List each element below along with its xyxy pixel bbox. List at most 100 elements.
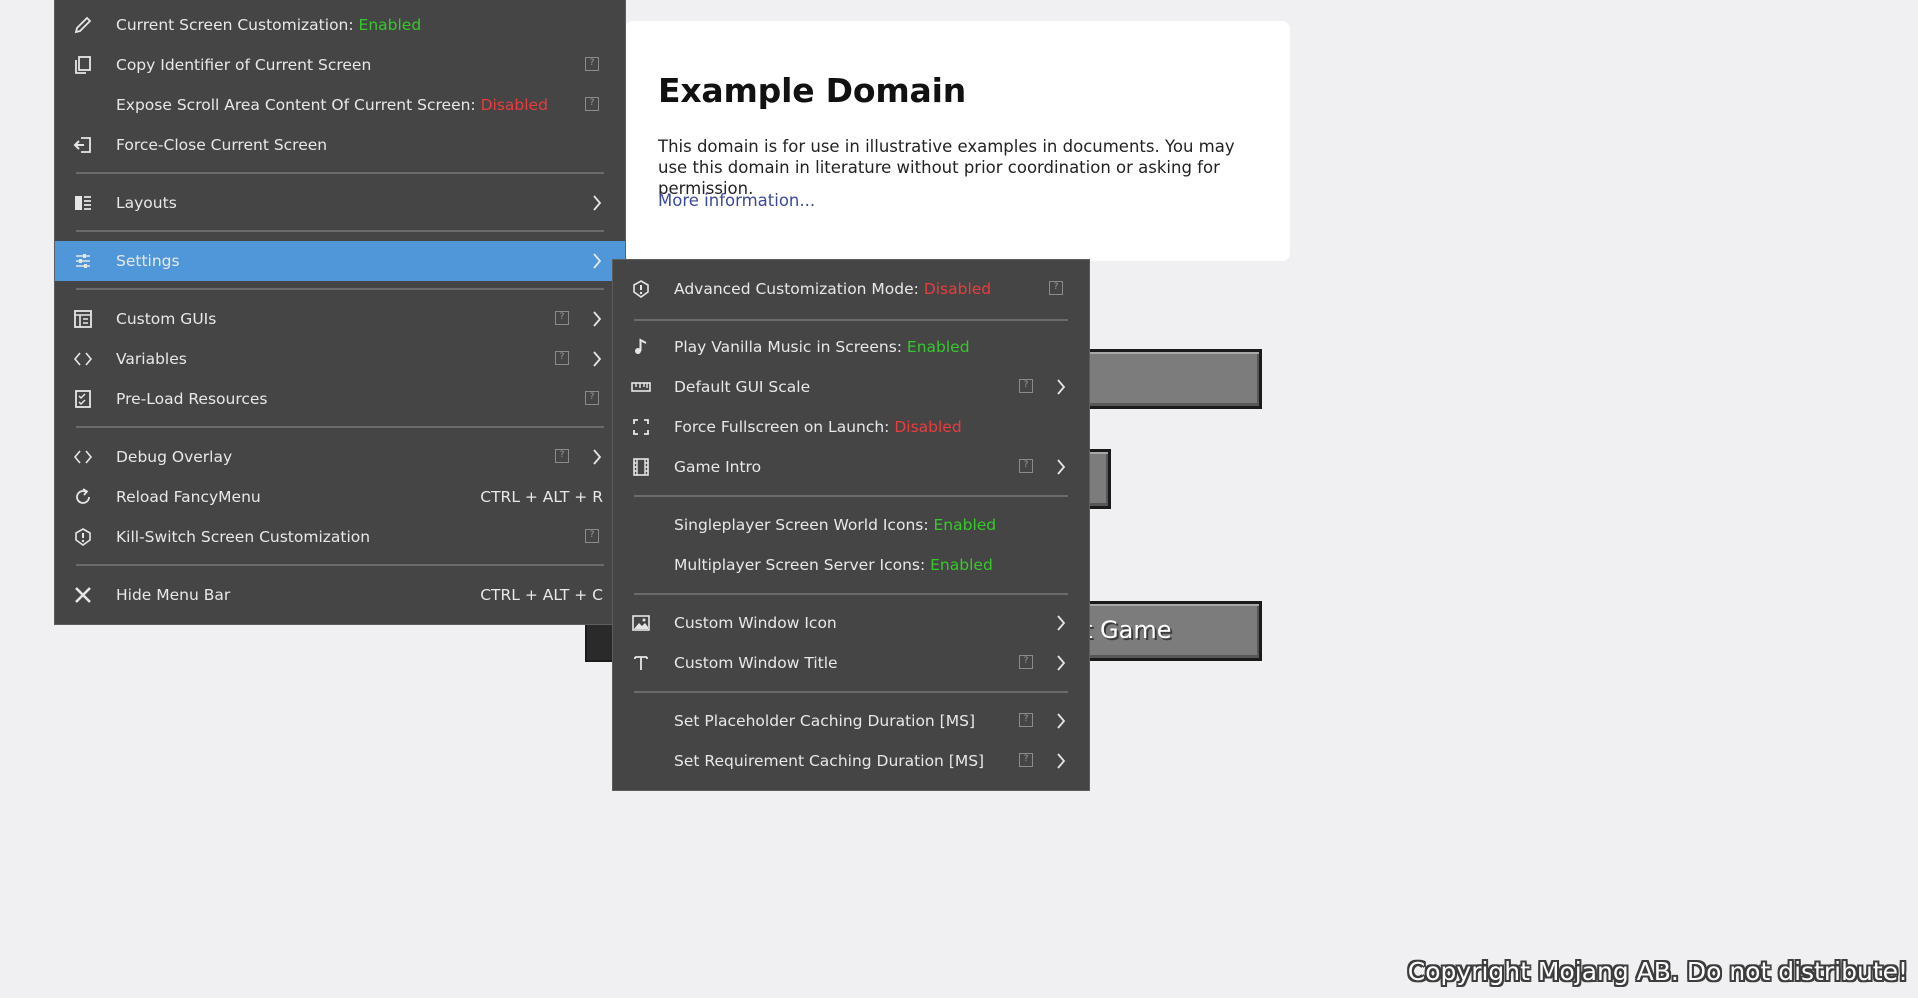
- menu-item-custom-window-title[interactable]: Custom Window Title ?: [613, 643, 1089, 683]
- item-label: Variables: [116, 350, 187, 368]
- menu-item-kill-switch[interactable]: Kill-Switch Screen Customization ?: [55, 517, 625, 557]
- menu-item-game-intro[interactable]: Game Intro ?: [613, 447, 1089, 487]
- state-value: Enabled: [930, 556, 993, 574]
- chevron-right-icon: [1056, 753, 1066, 769]
- help-icon[interactable]: ?: [1019, 753, 1033, 767]
- close-icon: [73, 585, 93, 605]
- chevron-right-icon: [592, 253, 602, 269]
- chevron-right-icon: [592, 195, 602, 211]
- menu-item-custom-guis[interactable]: Custom GUIs ?: [55, 299, 625, 339]
- item-label: Custom GUIs: [116, 310, 217, 328]
- film-icon: [631, 457, 651, 477]
- menu-item-variables[interactable]: Variables ?: [55, 339, 625, 379]
- quit-game-button[interactable]: t Game: [1060, 601, 1262, 661]
- menu-item-reload-fancymenu[interactable]: Reload FancyMenu CTRL + ALT + R: [55, 477, 625, 517]
- item-label: Debug Overlay: [116, 448, 233, 466]
- exit-icon: [73, 135, 93, 155]
- item-label: Force-Close Current Screen: [116, 136, 328, 154]
- pencil-icon: [73, 15, 93, 35]
- separator: [634, 593, 1068, 595]
- help-icon[interactable]: ?: [1019, 459, 1033, 473]
- item-label: Kill-Switch Screen Customization: [116, 528, 371, 546]
- item-label: Set Requirement Caching Duration [MS]: [674, 752, 985, 770]
- fullscreen-icon: [631, 417, 651, 437]
- help-icon[interactable]: ?: [555, 449, 569, 463]
- help-icon[interactable]: ?: [1019, 379, 1033, 393]
- item-label: Custom Window Icon: [674, 614, 837, 632]
- state-value: Disabled: [923, 280, 992, 298]
- item-label: Hide Menu Bar: [116, 586, 231, 604]
- chevron-right-icon: [592, 449, 602, 465]
- menu-item-hide-menu-bar[interactable]: Hide Menu Bar CTRL + ALT + C: [55, 575, 625, 615]
- shortcut-label: CTRL + ALT + R: [480, 488, 603, 506]
- state-value: Disabled: [894, 418, 962, 436]
- gui-icon: [73, 309, 93, 329]
- example-domain-card: Example Domain This domain is for use in…: [625, 21, 1290, 261]
- help-icon[interactable]: ?: [1019, 713, 1033, 727]
- alert-icon: [73, 527, 93, 547]
- chevron-right-icon: [1056, 655, 1066, 671]
- code-icon: [73, 349, 93, 369]
- state-value: Enabled: [358, 16, 422, 34]
- menu-item-current-screen-customization[interactable]: Current Screen Customization: Enabled: [55, 5, 625, 45]
- item-label: Game Intro: [674, 458, 762, 476]
- item-label: Singleplayer Screen World Icons:: [674, 516, 934, 534]
- separator: [76, 172, 604, 174]
- help-icon[interactable]: ?: [585, 97, 599, 111]
- chevron-right-icon: [592, 311, 602, 327]
- menu-item-debug-overlay[interactable]: Debug Overlay ?: [55, 437, 625, 477]
- chevron-right-icon: [592, 351, 602, 367]
- text-icon: [631, 653, 651, 673]
- chevron-right-icon: [1056, 459, 1066, 475]
- menu-item-multiplayer-server-icons[interactable]: Multiplayer Screen Server Icons: Enabled: [613, 545, 1089, 585]
- menu-item-copy-identifier[interactable]: Copy Identifier of Current Screen ?: [55, 45, 625, 85]
- code-icon: [73, 447, 93, 467]
- help-icon[interactable]: ?: [585, 529, 599, 543]
- item-label: Play Vanilla Music in Screens:: [674, 338, 907, 356]
- menu-item-requirement-caching-duration[interactable]: Set Requirement Caching Duration [MS] ?: [613, 741, 1089, 781]
- item-label: Current Screen Customization:: [116, 16, 359, 34]
- separator: [634, 691, 1068, 693]
- help-icon[interactable]: ?: [1019, 655, 1033, 669]
- menu-item-singleplayer-world-icons[interactable]: Singleplayer Screen World Icons: Enabled: [613, 505, 1089, 545]
- ruler-icon: [631, 377, 651, 397]
- settings-submenu: Advanced Customization Mode: Disabled ? …: [612, 259, 1090, 791]
- menu-item-force-fullscreen[interactable]: Force Fullscreen on Launch: Disabled: [613, 407, 1089, 447]
- more-information-link[interactable]: More information...: [658, 191, 815, 210]
- menu-item-settings[interactable]: Settings: [55, 241, 625, 281]
- separator: [76, 426, 604, 428]
- item-label: Copy Identifier of Current Screen: [116, 56, 372, 74]
- help-icon[interactable]: ?: [555, 351, 569, 365]
- menu-item-expose-scroll-area[interactable]: Expose Scroll Area Content Of Current Sc…: [55, 85, 625, 125]
- menu-item-layouts[interactable]: Layouts: [55, 183, 625, 223]
- menu-item-default-gui-scale[interactable]: Default GUI Scale ?: [613, 367, 1089, 407]
- help-icon[interactable]: ?: [555, 311, 569, 325]
- item-label: Reload FancyMenu: [116, 488, 261, 506]
- menu-item-play-vanilla-music[interactable]: Play Vanilla Music in Screens: Enabled: [613, 327, 1089, 367]
- item-label: Layouts: [116, 194, 177, 212]
- item-label: Settings: [116, 252, 180, 270]
- help-icon[interactable]: ?: [1049, 281, 1063, 295]
- copyright-notice: Copyright Mojang AB. Do not distribute!: [1407, 957, 1908, 986]
- help-icon[interactable]: ?: [585, 391, 599, 405]
- alert-icon: [631, 279, 651, 299]
- menu-item-force-close[interactable]: Force-Close Current Screen: [55, 125, 625, 165]
- sliders-icon: [73, 251, 93, 271]
- state-value: Disabled: [480, 96, 548, 114]
- state-value: Enabled: [933, 516, 997, 534]
- layouts-icon: [73, 193, 93, 213]
- item-label: Pre-Load Resources: [116, 390, 268, 408]
- quit-game-label: t Game: [1083, 616, 1172, 644]
- item-label: Multiplayer Screen Server Icons:: [674, 556, 931, 574]
- menu-item-custom-window-icon[interactable]: Custom Window Icon: [613, 603, 1089, 643]
- copy-icon: [73, 55, 93, 75]
- fancymenu-customization-menu: Current Screen Customization: Enabled Co…: [54, 0, 626, 625]
- menu-item-placeholder-caching-duration[interactable]: Set Placeholder Caching Duration [MS] ?: [613, 701, 1089, 741]
- image-icon: [631, 613, 651, 633]
- help-icon[interactable]: ?: [585, 57, 599, 71]
- menu-item-preload-resources[interactable]: Pre-Load Resources ?: [55, 379, 625, 419]
- title-screen-button-1[interactable]: [1060, 349, 1262, 409]
- separator: [634, 319, 1068, 321]
- menu-item-advanced-customization-mode[interactable]: Advanced Customization Mode: Disabled ?: [613, 269, 1089, 309]
- separator: [76, 288, 604, 290]
